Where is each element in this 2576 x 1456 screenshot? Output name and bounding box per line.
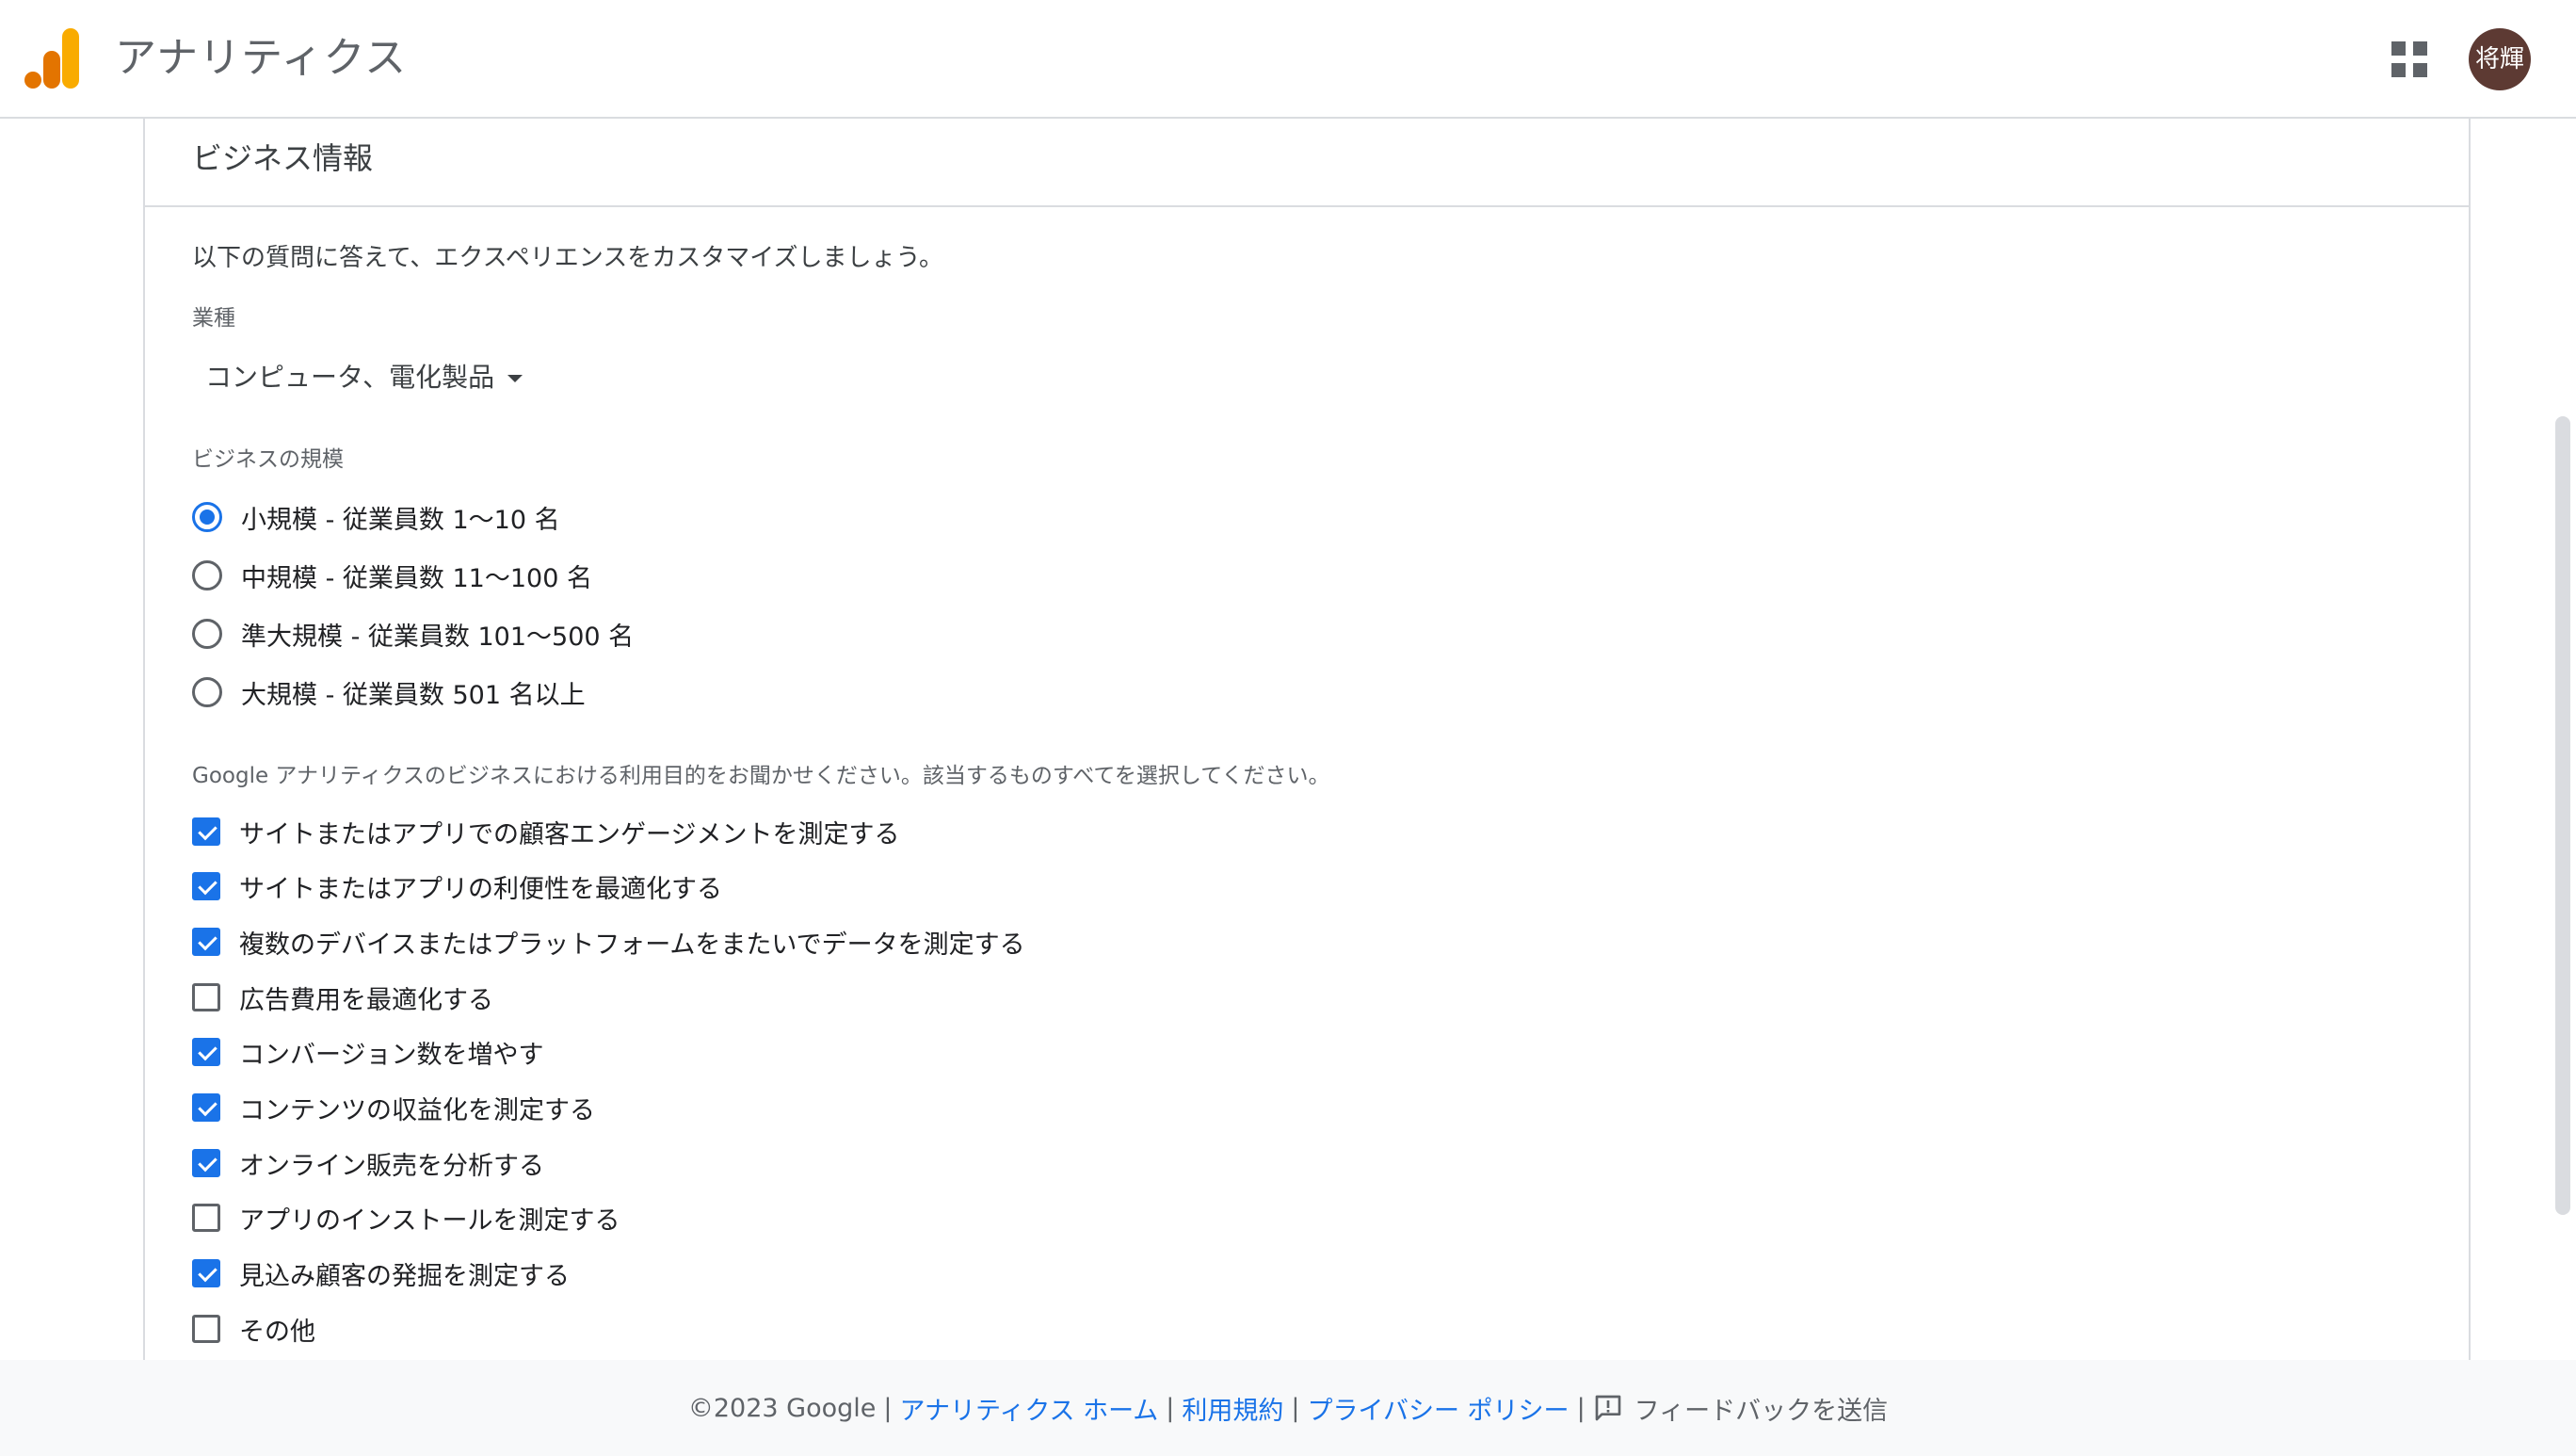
footer-home-link[interactable]: アナリティクス ホーム xyxy=(899,1390,1158,1427)
radio-option-medium[interactable]: 中規模 - 従業員数 11～100 名 xyxy=(192,552,592,599)
checkbox-label: 広告費用を最適化する xyxy=(239,985,493,1015)
radio-option-large[interactable]: 大規模 - 従業員数 501 名以上 xyxy=(192,669,586,716)
checkbox-option-cross-device[interactable]: 複数のデバイスまたはプラットフォームをまたいでデータを測定する xyxy=(192,918,1025,965)
app-title: アナリティクス xyxy=(115,34,408,82)
analytics-logo-icon[interactable] xyxy=(24,28,81,89)
radio-button[interactable] xyxy=(192,502,222,532)
checkbox[interactable] xyxy=(192,1315,220,1343)
radio-button[interactable] xyxy=(192,677,222,707)
checkbox-option-online-sales[interactable]: オンライン販売を分析する xyxy=(192,1140,544,1187)
radio-button[interactable] xyxy=(192,619,222,649)
checkbox-option-ad-spend[interactable]: 広告費用を最適化する xyxy=(192,974,493,1021)
checkbox[interactable] xyxy=(192,817,220,846)
page-scrollbar-thumb[interactable] xyxy=(2555,416,2570,1215)
checkbox[interactable] xyxy=(192,928,220,956)
radio-label: 準大規模 - 従業員数 101～500 名 xyxy=(241,622,635,652)
checkbox-label: コンテンツの収益化を測定する xyxy=(239,1095,595,1125)
checkbox-option-lead-gen[interactable]: 見込み顧客の発掘を測定する xyxy=(192,1250,570,1297)
footer-separator: | xyxy=(1576,1393,1586,1423)
checkbox-label: 複数のデバイスまたはプラットフォームをまたいでデータを測定する xyxy=(239,930,1025,960)
footer-copyright: ©2023 Google xyxy=(687,1393,877,1423)
intro-text: 以下の質問に答えて、エクスペリエンスをカスタマイズしましょう。 xyxy=(192,244,943,272)
checkbox[interactable] xyxy=(192,983,220,1011)
checkbox-option-engagement[interactable]: サイトまたはアプリでの顧客エンゲージメントを測定する xyxy=(192,808,899,855)
feedback-button[interactable]: フィードバックを送信 xyxy=(1593,1390,1888,1427)
radio-label: 大規模 - 従業員数 501 名以上 xyxy=(241,680,586,710)
footer-privacy-link[interactable]: プライバシー ポリシー xyxy=(1308,1390,1570,1427)
checkbox-label: その他 xyxy=(239,1317,315,1347)
checkbox-option-monetization[interactable]: コンテンツの収益化を測定する xyxy=(192,1084,595,1131)
feedback-label: フィードバックを送信 xyxy=(1634,1396,1889,1426)
radio-label: 中規模 - 従業員数 11～100 名 xyxy=(241,563,592,593)
industry-selected-value: コンピュータ、電化製品 xyxy=(205,362,495,393)
checkbox-option-other[interactable]: その他 xyxy=(192,1305,315,1352)
checkbox[interactable] xyxy=(192,1093,220,1122)
checkbox-option-app-installs[interactable]: アプリのインストールを測定する xyxy=(192,1194,620,1241)
checkbox-option-usability[interactable]: サイトまたはアプリの利便性を最適化する xyxy=(192,863,722,910)
checkbox-label: 見込み顧客の発掘を測定する xyxy=(239,1261,570,1291)
checkbox-label: アプリのインストールを測定する xyxy=(239,1205,620,1236)
top-app-bar: アナリティクス 将輝 xyxy=(0,0,2576,119)
radio-button[interactable] xyxy=(192,560,222,590)
checkbox[interactable] xyxy=(192,1038,220,1066)
footer: ©2023 Google | アナリティクス ホーム | 利用規約 | プライバ… xyxy=(0,1360,2576,1456)
radio-option-upper-medium[interactable]: 準大規模 - 従業員数 101～500 名 xyxy=(192,610,634,657)
section-title: ビジネス情報 xyxy=(192,140,374,176)
checkbox[interactable] xyxy=(192,1149,220,1177)
industry-dropdown[interactable]: コンピュータ、電化製品 xyxy=(205,352,523,403)
footer-separator: | xyxy=(883,1393,893,1423)
checkbox-label: サイトまたはアプリの利便性を最適化する xyxy=(239,874,722,904)
apps-grid-icon[interactable] xyxy=(2388,38,2431,81)
checkbox-label: コンバージョン数を増やす xyxy=(239,1040,544,1070)
section-divider xyxy=(145,205,2469,207)
checkbox-option-conversions[interactable]: コンバージョン数を増やす xyxy=(192,1028,543,1076)
checkbox-label: オンライン販売を分析する xyxy=(239,1151,544,1181)
checkbox[interactable] xyxy=(192,1204,220,1232)
footer-separator: | xyxy=(1291,1393,1300,1423)
checkbox-label: サイトまたはアプリでの顧客エンゲージメントを測定する xyxy=(239,819,900,849)
business-size-label: ビジネスの規模 xyxy=(192,447,344,472)
account-avatar[interactable]: 将輝 xyxy=(2469,28,2531,90)
checkbox[interactable] xyxy=(192,1259,220,1287)
feedback-icon xyxy=(1595,1395,1621,1421)
dropdown-caret-icon xyxy=(507,375,523,382)
checkbox[interactable] xyxy=(192,872,220,900)
usage-label: Google アナリティクスのビジネスにおける利用目的をお聞かせください。該当す… xyxy=(192,764,1330,788)
radio-option-small[interactable]: 小規模 - 従業員数 1～10 名 xyxy=(192,493,560,541)
radio-label: 小規模 - 従業員数 1～10 名 xyxy=(241,505,560,535)
industry-label: 業種 xyxy=(192,306,235,331)
footer-terms-link[interactable]: 利用規約 xyxy=(1182,1390,1283,1427)
footer-separator: | xyxy=(1166,1393,1175,1423)
business-info-card: ビジネス情報 以下の質問に答えて、エクスペリエンスをカスタマイズしましょう。 業… xyxy=(143,119,2471,1360)
